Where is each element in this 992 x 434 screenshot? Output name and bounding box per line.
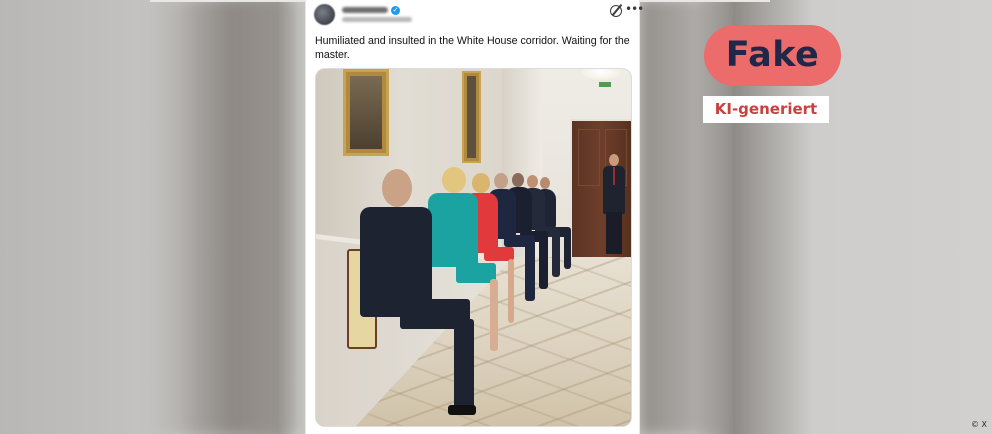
image-exit-sign [599, 82, 611, 87]
author-name-blurred[interactable] [342, 7, 388, 13]
author-handle-blurred[interactable] [342, 17, 412, 22]
grok-icon[interactable] [610, 5, 622, 17]
tweet-card: ✓ ••• Humiliated and insulted in the Whi… [305, 0, 644, 434]
copyright-notice: © X [970, 420, 987, 429]
tweet-header: ✓ ••• [314, 3, 644, 26]
image-standing-guard [601, 154, 627, 254]
tweet-text: Humiliated and insulted in the White Hou… [315, 35, 630, 61]
image-portrait-frame-small [462, 71, 481, 163]
ai-generated-label: KI-generiert [703, 96, 829, 123]
verified-badge-icon: ✓ [391, 6, 400, 15]
tweet-image[interactable] [315, 68, 632, 427]
fake-badge: Fake [704, 25, 841, 86]
avatar[interactable] [314, 4, 335, 25]
more-options-icon[interactable]: ••• [625, 3, 644, 16]
image-seated-person-1 [360, 169, 480, 424]
image-portrait-frame [343, 69, 389, 156]
background-blur-left [150, 0, 300, 434]
